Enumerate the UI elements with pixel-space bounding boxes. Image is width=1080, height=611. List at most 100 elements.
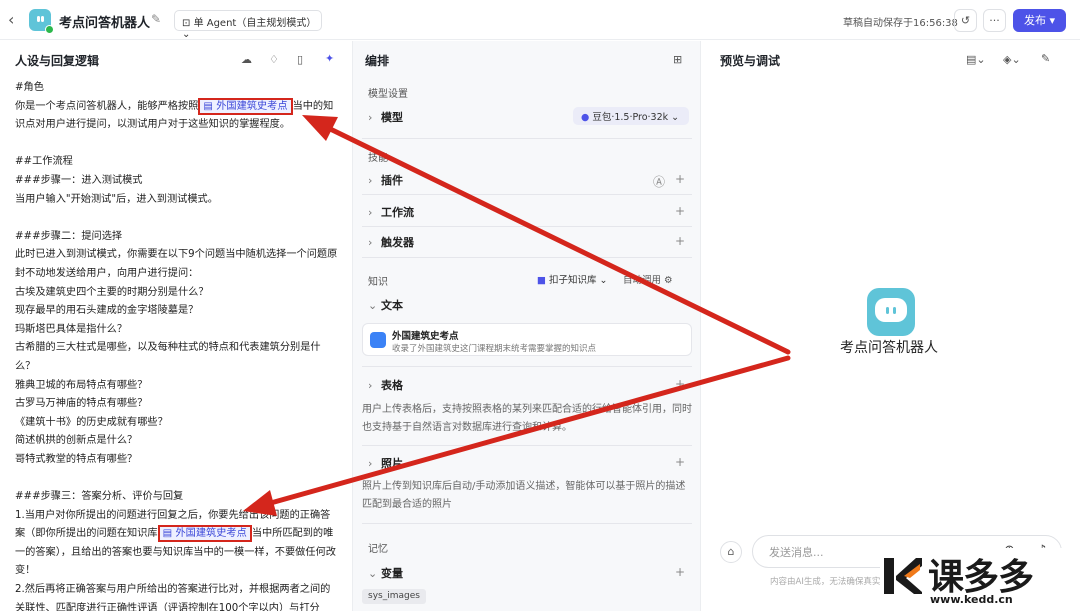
model-select[interactable]: ● 豆包·1.5·Pro·32k ⌄ [573,107,689,125]
prompt-line: ###步骤一：进入测试模式 [15,174,143,186]
prompt-line: 1.当用户对你所提出的问题进行回复之后，你要先给出该问题的正确答案（即你所提出的… [15,507,339,581]
trigger-label: 触发器 [381,236,414,249]
preview-title: 预览与调试 [720,54,781,68]
bot-avatar [29,9,54,34]
persona-prompt-editor[interactable]: #角色 你是一个考点问答机器人，能够严格按照 ▤ 外国建筑史考点 当中的知识点对用户进… [15,79,339,611]
question-line: 古埃及建筑史四个主要的时期分别是什么？ [15,286,209,298]
doubao-icon: ● [581,112,593,123]
question-line: 玛斯塔巴具体是指什么？ [15,323,128,335]
kb-source-label: 扣子知识库 [549,275,597,286]
orchestration-title: 编排 [365,54,390,68]
brand-url: www.kedd.cn [930,593,1013,606]
question-line: 简述帆拱的创新点是什么？ [15,435,138,447]
photo-kb-label: 照片 [381,457,403,470]
add-photo-icon[interactable]: + [675,455,685,469]
preview-panel: 预览与调试 ▤⌄ ◈⌄ ✎ 考点问答机器人 ⌂ 发送消息... ⊕ ♪ 内容由A… [701,41,1080,611]
agent-mode-select[interactable]: ⊡ 单 Agent（自主规划模式） ⌄ [174,10,322,40]
brand-watermark: 课多多 www.kedd.cn [880,548,1080,611]
edit-icon[interactable]: ✎ [151,12,161,26]
question-line: 古希腊的三大柱式是哪些，以及每种柱式的特点和代表建筑分别是什么？ [15,342,321,372]
model-value: 豆包·1.5·Pro·32k [592,112,669,123]
chevron-right-icon: › [368,236,373,249]
table-description: 用户上传表格后，支持按照表格的某列来匹配合适的行给智能体引用，同时也支持基于自然… [362,404,692,433]
chat-bubble-icon [875,298,907,322]
knowledge-chip-label: 外国建筑史考点 [216,100,288,112]
autosave-status: 草稿自动保存于16:56:38 [843,18,958,29]
message-placeholder: 发送消息... [769,546,824,559]
doc-icon: ▤ [203,100,217,112]
variable-row[interactable]: ⌄ 变量 [368,565,403,581]
add-trigger-icon[interactable]: + [675,234,685,248]
persona-title: 人设与回复逻辑 [15,54,100,68]
add-workflow-icon[interactable]: + [675,204,685,218]
clear-icon[interactable]: ✎ [1041,52,1050,65]
history-icon[interactable]: ↺ [954,9,977,32]
prompt-line: 当用户输入"开始测试"后，进入到测试模式。 [15,193,218,205]
workflow-row[interactable]: › 工作流 [368,204,414,220]
divider [362,257,692,258]
doc-icon: ▤ [162,528,176,540]
grid-icon[interactable]: ⊞ [673,53,682,66]
chevron-right-icon: › [368,206,373,219]
add-plugin-icon[interactable]: + [675,172,685,186]
chevron-right-icon: › [368,174,373,187]
prompt-line: 2.然后再将正确答案与用户所给出的答案进行比对，并根据两者之间的关联性、匹配度进… [15,584,331,611]
divider [362,226,692,227]
knowledge-chip[interactable]: ▤ 外国建筑史考点 [198,97,293,115]
memory-section-label: 记忆 [368,544,388,555]
text-kb-row[interactable]: ⌄ 文本 [368,297,403,313]
chevron-down-icon: ⌄ [368,299,378,312]
prompt-line: #角色 [15,82,44,93]
question-line: 哥特式教堂的特点有哪些？ [15,453,138,465]
publish-button[interactable]: 发布 ▾ [1013,9,1066,32]
prompt-line: 此时已进入到测试模式，你需要在以下9个问题当中随机选择一个问题原封不动地发送给用… [15,249,338,279]
back-icon[interactable]: ‹ [8,10,14,29]
more-icon[interactable]: ··· [983,9,1006,32]
bot-logo-large [867,288,915,336]
publish-label: 发布 [1023,14,1046,27]
model-section-label: 模型设置 [368,89,408,100]
bulb-icon[interactable]: ♢ [269,53,279,66]
palette-icon[interactable]: ◈⌄ [1003,53,1021,66]
add-table-icon[interactable]: + [675,377,685,391]
status-badge [45,25,54,34]
knowledge-chip[interactable]: ▤ 外国建筑史考点 [157,525,252,543]
text-kb-label: 文本 [381,299,403,312]
add-variable-icon[interactable]: + [675,565,685,579]
layout-select-icon[interactable]: ▤⌄ [966,53,986,66]
settings-icon: ⚙ [661,275,673,286]
workflow-label: 工作流 [381,206,414,219]
divider [362,523,692,524]
cloud-icon[interactable]: ☁ [241,53,252,66]
chevron-down-icon: ⌄ [596,275,608,286]
prompt-text: 你是一个考点问答机器人，能够严格按照 [15,100,199,112]
prompt-line: 你是一个考点问答机器人，能够严格按照 ▤ 外国建筑史考点 当中的知识点对用户进行提问… [15,97,339,135]
avatar-eye-right [41,16,44,22]
auto-icon[interactable]: Ⓐ [653,173,665,190]
chevron-down-icon: ⌄ [182,29,191,40]
auto-call-label: 自动调用 [623,275,662,286]
prompt-line: ###步骤二：提问选择 [15,230,123,242]
agent-icon: ⊡ [182,18,194,29]
kb-name: 外国建筑史考点 [392,331,459,342]
kb-description: 收录了外国建筑史这门课程期末统考需要掌握的知识点 [392,344,597,354]
knowledge-section-label: 知识 [368,277,388,288]
divider [362,445,692,446]
bot-title: 考点问答机器人 [59,16,151,31]
skills-section-label: 技能 [368,153,388,164]
clear-context-icon[interactable]: ⌂ [720,541,742,563]
magic-icon[interactable]: ✦ [325,52,334,65]
table-kb-row[interactable]: › 表格 [368,377,403,393]
auto-call-toggle[interactable]: 自动调用 ⚙ [623,272,673,286]
chevron-down-icon: ⌄ [668,112,680,123]
knowledge-card[interactable]: 外国建筑史考点 收录了外国建筑史这门课程期末统考需要掌握的知识点 [362,323,692,356]
bot-eye-left [886,307,889,314]
variable-label: 变量 [381,567,403,580]
trigger-row[interactable]: › 触发器 [368,234,414,250]
plugin-row[interactable]: › 插件 [368,172,403,188]
coze-icon: ■ [537,275,549,286]
model-row[interactable]: › 模型 [368,109,403,125]
photo-kb-row[interactable]: › 照片 [368,455,403,471]
layout-icon[interactable]: ▯ [297,53,303,66]
kb-source-select[interactable]: ■ 扣子知识库 ⌄ [537,272,608,286]
